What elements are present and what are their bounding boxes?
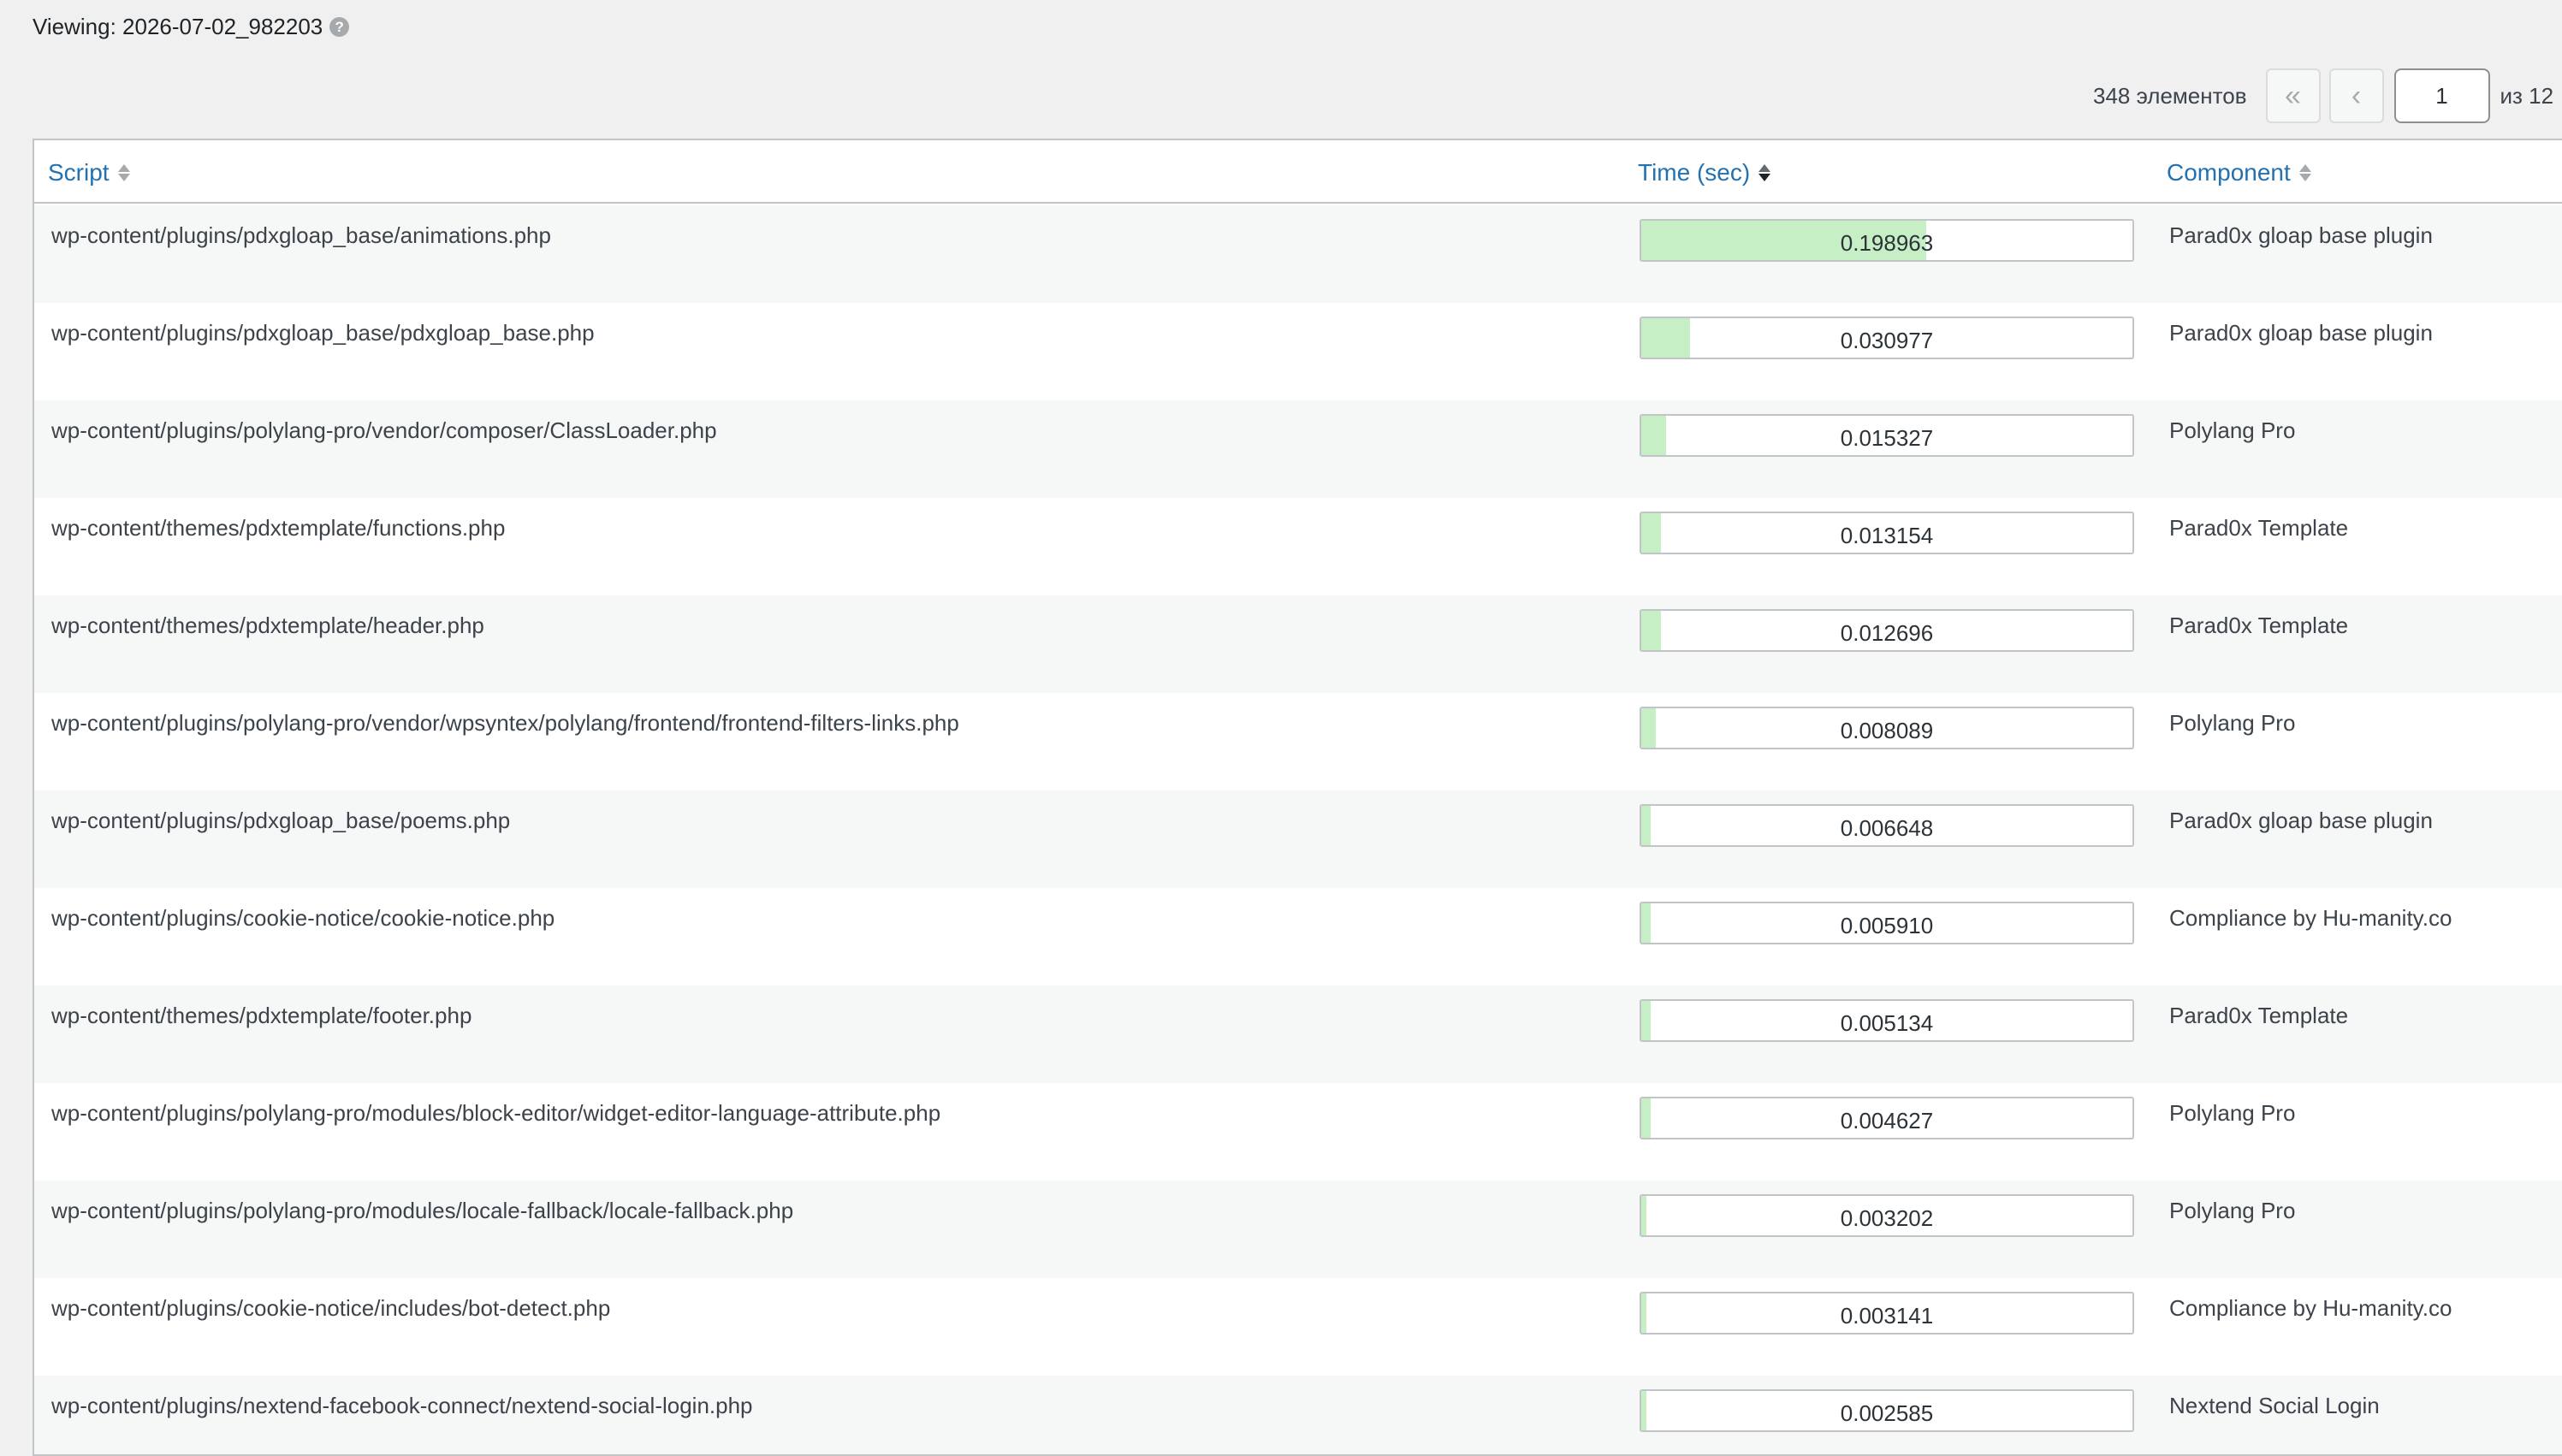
table-row: wp-content/themes/pdxtemplate/footer.php… bbox=[34, 985, 2562, 1083]
time-bar: 0.012696 bbox=[1640, 609, 2134, 652]
script-path: wp-content/plugins/cookie-notice/include… bbox=[51, 1295, 611, 1321]
script-path: wp-content/plugins/polylang-pro/vendor/w… bbox=[51, 710, 959, 736]
time-value: 0.005910 bbox=[1840, 913, 1934, 938]
table-row: wp-content/plugins/pdxgloap_base/animati… bbox=[34, 205, 2562, 303]
time-bar: 0.005910 bbox=[1640, 902, 2134, 944]
time-value: 0.006648 bbox=[1840, 815, 1934, 841]
table-row: wp-content/plugins/cookie-notice/cookie-… bbox=[34, 888, 2562, 985]
component-name: Polylang Pro bbox=[2169, 417, 2296, 443]
viewing-text: Viewing: 2026-07-02_982203 bbox=[33, 14, 323, 39]
scripts-table: Script Time (sec) Component wp-content/p… bbox=[33, 139, 2562, 1456]
column-header-component[interactable]: Component bbox=[2167, 159, 2311, 186]
time-value: 0.030977 bbox=[1840, 328, 1934, 353]
column-header-time[interactable]: Time (sec) bbox=[1638, 159, 1771, 186]
column-header-script[interactable]: Script bbox=[48, 159, 130, 186]
help-icon[interactable]: ? bbox=[329, 17, 350, 37]
first-page-button[interactable]: « bbox=[2265, 68, 2321, 123]
script-path: wp-content/plugins/pdxgloap_base/animati… bbox=[51, 222, 551, 248]
component-name: Parad0x gloap base plugin bbox=[2169, 808, 2433, 833]
script-path: wp-content/themes/pdxtemplate/header.php bbox=[51, 613, 484, 638]
script-path: wp-content/plugins/nextend-facebook-conn… bbox=[51, 1393, 753, 1418]
component-name: Polylang Pro bbox=[2169, 1198, 2296, 1223]
item-count: 348 элементов bbox=[2093, 82, 2247, 109]
prev-page-button[interactable]: ‹ bbox=[2328, 68, 2384, 123]
time-bar: 0.008089 bbox=[1640, 707, 2134, 749]
column-header-time-label: Time (sec) bbox=[1638, 159, 1751, 186]
time-bar: 0.198963 bbox=[1640, 219, 2134, 262]
total-pages-label: из 12 bbox=[2500, 82, 2554, 109]
sort-icon bbox=[2298, 164, 2311, 181]
script-path: wp-content/themes/pdxtemplate/functions.… bbox=[51, 515, 506, 541]
table-row: wp-content/plugins/polylang-pro/vendor/c… bbox=[34, 400, 2562, 498]
table-row: wp-content/plugins/polylang-pro/vendor/w… bbox=[34, 693, 2562, 790]
time-bar: 0.005134 bbox=[1640, 999, 2134, 1042]
current-page-input[interactable] bbox=[2393, 68, 2490, 123]
time-bar: 0.003141 bbox=[1640, 1292, 2134, 1335]
table-row: wp-content/plugins/pdxgloap_base/poems.p… bbox=[34, 790, 2562, 888]
component-name: Parad0x Template bbox=[2169, 1003, 2349, 1028]
table-row: wp-content/themes/pdxtemplate/functions.… bbox=[34, 498, 2562, 595]
column-header-script-label: Script bbox=[48, 159, 110, 186]
component-name: Compliance by Hu-manity.co bbox=[2169, 1295, 2452, 1321]
pagination: 348 элементов « ‹ из 12 bbox=[2093, 68, 2553, 123]
time-value: 0.002585 bbox=[1840, 1400, 1934, 1426]
time-bar: 0.006648 bbox=[1640, 804, 2134, 847]
component-name: Parad0x Template bbox=[2169, 515, 2349, 541]
time-value: 0.012696 bbox=[1840, 620, 1934, 646]
script-path: wp-content/plugins/pdxgloap_base/poems.p… bbox=[51, 808, 511, 833]
component-name: Parad0x gloap base plugin bbox=[2169, 222, 2433, 248]
time-value: 0.008089 bbox=[1840, 718, 1934, 743]
script-path: wp-content/plugins/polylang-pro/modules/… bbox=[51, 1198, 794, 1223]
table-row: wp-content/themes/pdxtemplate/header.php… bbox=[34, 595, 2562, 693]
time-bar: 0.002585 bbox=[1640, 1389, 2134, 1432]
table-row: wp-content/plugins/nextend-facebook-conn… bbox=[34, 1376, 2562, 1454]
table-row: wp-content/plugins/polylang-pro/modules/… bbox=[34, 1181, 2562, 1278]
component-name: Parad0x gloap base plugin bbox=[2169, 320, 2433, 346]
viewing-label: Viewing: 2026-07-02_982203 ? bbox=[33, 14, 350, 40]
column-header-component-label: Component bbox=[2167, 159, 2291, 186]
table-row: wp-content/plugins/pdxgloap_base/pdxgloa… bbox=[34, 303, 2562, 400]
component-name: Parad0x Template bbox=[2169, 613, 2349, 638]
time-value: 0.003141 bbox=[1840, 1303, 1934, 1329]
component-name: Polylang Pro bbox=[2169, 710, 2296, 736]
time-value: 0.198963 bbox=[1840, 230, 1934, 256]
time-bar: 0.015327 bbox=[1640, 414, 2134, 457]
time-value: 0.013154 bbox=[1840, 523, 1934, 548]
script-path: wp-content/plugins/pdxgloap_base/pdxgloa… bbox=[51, 320, 595, 346]
time-value: 0.004627 bbox=[1840, 1108, 1934, 1133]
sort-desc-icon bbox=[1758, 164, 1771, 181]
table-row: wp-content/plugins/polylang-pro/modules/… bbox=[34, 1083, 2562, 1181]
script-path: wp-content/plugins/cookie-notice/cookie-… bbox=[51, 905, 555, 931]
script-path: wp-content/themes/pdxtemplate/footer.php bbox=[51, 1003, 472, 1028]
script-path: wp-content/plugins/polylang-pro/vendor/c… bbox=[51, 417, 717, 443]
time-bar: 0.013154 bbox=[1640, 512, 2134, 554]
table-row: wp-content/plugins/cookie-notice/include… bbox=[34, 1278, 2562, 1376]
component-name: Compliance by Hu-manity.co bbox=[2169, 905, 2452, 931]
table-header: Script Time (sec) Component bbox=[34, 140, 2562, 204]
time-value: 0.005134 bbox=[1840, 1010, 1934, 1036]
component-name: Polylang Pro bbox=[2169, 1100, 2296, 1126]
time-bar: 0.003202 bbox=[1640, 1194, 2134, 1237]
component-name: Nextend Social Login bbox=[2169, 1393, 2380, 1418]
time-value: 0.003202 bbox=[1840, 1205, 1934, 1231]
time-bar: 0.004627 bbox=[1640, 1097, 2134, 1139]
time-value: 0.015327 bbox=[1840, 425, 1934, 451]
sort-icon bbox=[117, 164, 130, 181]
script-path: wp-content/plugins/polylang-pro/modules/… bbox=[51, 1100, 941, 1126]
time-bar: 0.030977 bbox=[1640, 317, 2134, 359]
